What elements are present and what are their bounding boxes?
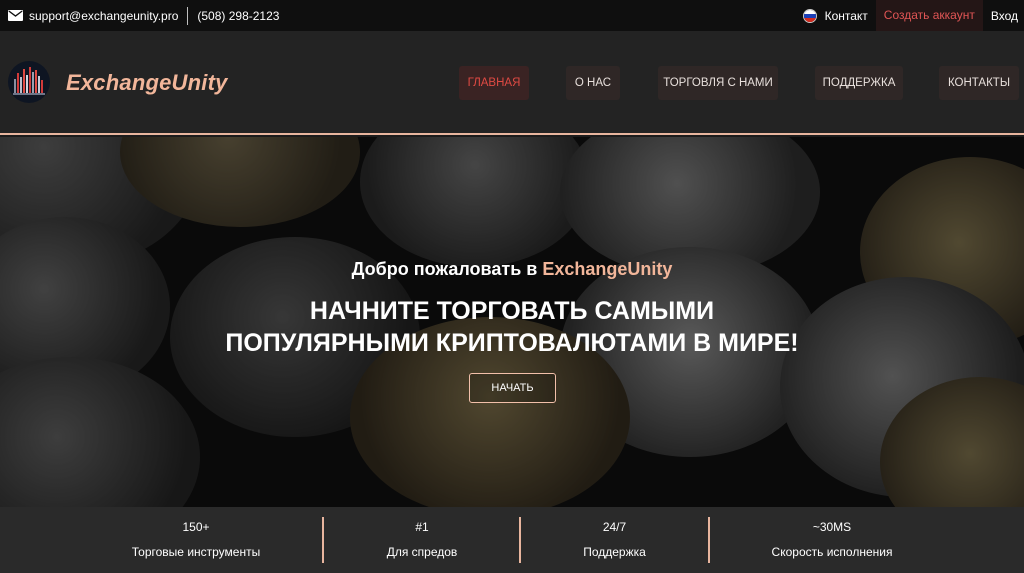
stat-instruments: 150+ Торговые инструменты: [90, 507, 302, 573]
start-button[interactable]: НАЧАТЬ: [469, 373, 556, 403]
stat-label: Для спредов: [386, 545, 458, 559]
stat-execution-speed: ~30MS Скорость исполнения: [710, 507, 954, 573]
stat-support: 24/7 Поддержка: [521, 507, 708, 573]
contact-info: support@exchangeunity.pro (508) 298-2123: [0, 6, 279, 25]
email-link[interactable]: support@exchangeunity.pro: [29, 9, 178, 23]
stat-spreads: #1 Для спредов: [324, 507, 520, 573]
logo-text[interactable]: ExchangeUnity: [66, 70, 228, 96]
stat-value: #1: [415, 520, 429, 534]
welcome-brand: ExchangeUnity: [542, 259, 673, 279]
nav-home[interactable]: ГЛАВНАЯ: [459, 66, 529, 100]
stat-value: 24/7: [602, 520, 627, 534]
nav-support[interactable]: ПОДДЕРЖКА: [815, 66, 903, 100]
contact-link[interactable]: Контакт: [825, 9, 868, 23]
top-bar: support@exchangeunity.pro (508) 298-2123…: [0, 0, 1024, 31]
nav-contacts[interactable]: КОНТАКТЫ: [939, 66, 1019, 100]
hero-headline: НАЧНИТЕ ТОРГОВАТЬ САМЫМИ ПОПУЛЯРНЫМИ КРИ…: [0, 295, 1024, 359]
stat-value: 150+: [182, 520, 210, 534]
divider: [187, 6, 189, 25]
welcome-text: Добро пожаловать в ExchangeUnity: [351, 259, 673, 279]
login-link[interactable]: Вход: [983, 9, 1024, 23]
stat-label: Скорость исполнения: [771, 545, 893, 559]
phone-link[interactable]: (508) 298-2123: [197, 9, 279, 23]
stats-bar: 150+ Торговые инструменты #1 Для спредов…: [0, 507, 1024, 573]
mail-icon: [8, 10, 23, 21]
stat-value: ~30MS: [812, 520, 852, 534]
nav-about[interactable]: О НАС: [566, 66, 620, 100]
headline-line-1: НАЧНИТЕ ТОРГОВАТЬ САМЫМИ: [309, 297, 715, 325]
hero-banner: Добро пожаловать в ExchangeUnity НАЧНИТЕ…: [0, 137, 1024, 507]
logo-icon[interactable]: [8, 61, 50, 103]
account-links: Контакт Создать аккаунт Вход: [802, 0, 1024, 31]
russia-flag-icon[interactable]: [802, 8, 817, 23]
stat-label: Торговые инструменты: [131, 545, 261, 559]
stat-label: Поддержка: [583, 545, 646, 559]
site-header: ExchangeUnity ГЛАВНАЯ О НАС ТОРГОВЛЯ С Н…: [0, 31, 1024, 135]
create-account-button[interactable]: Создать аккаунт: [875, 0, 983, 31]
nav-trade-with-us[interactable]: ТОРГОВЛЯ С НАМИ: [658, 66, 778, 100]
headline-line-2: ПОПУЛЯРНЫМИ КРИПТОВАЛЮТАМИ В МИРЕ!: [225, 329, 799, 357]
